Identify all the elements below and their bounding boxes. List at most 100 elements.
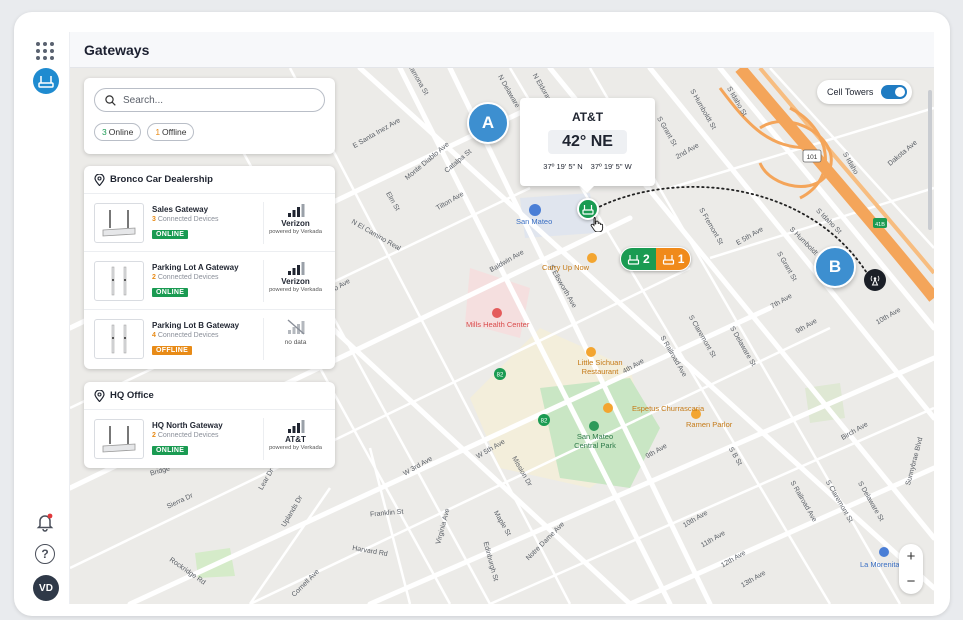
carrier-name: Verizon bbox=[281, 277, 310, 286]
signal-bars-icon bbox=[287, 262, 304, 275]
gateway-row[interactable]: Parking Lot B Gateway 4 Connected Device… bbox=[84, 310, 335, 368]
gateway-row[interactable]: Sales Gateway 3 Connected Devices ONLINE… bbox=[84, 194, 335, 252]
page-header: Gateways bbox=[70, 32, 934, 68]
tower-latitude: 37º 19' 5" N bbox=[543, 162, 583, 171]
gateway-row[interactable]: HQ North Gateway 2 Connected Devices ONL… bbox=[84, 410, 335, 468]
site-name: Bronco Car Dealership bbox=[110, 174, 213, 185]
site-card-bronco: Bronco Car Dealership Sales Gateway 3 Co… bbox=[84, 166, 335, 369]
device-count: 3 bbox=[152, 215, 156, 223]
zoom-controls: + − bbox=[899, 544, 923, 594]
poi-label: San Mateo Central Park bbox=[574, 432, 616, 450]
site-card-hq: HQ Office HQ North Gateway 2 Connected D… bbox=[84, 382, 335, 468]
cluster-online-count: 2 bbox=[643, 252, 650, 266]
carrier-info: no data bbox=[263, 318, 327, 360]
help-icon[interactable]: ? bbox=[35, 544, 55, 564]
left-rail: ? VD bbox=[20, 32, 70, 604]
carrier-powered: powered by Verkada bbox=[269, 287, 322, 293]
poi-label: Espetus Churrascaria bbox=[632, 404, 705, 413]
carrier-no-data: no data bbox=[284, 339, 307, 346]
offline-filter-pill[interactable]: 1 Offline bbox=[147, 123, 195, 141]
device-count: 4 bbox=[152, 332, 156, 339]
gateway-thumbnail bbox=[94, 419, 144, 459]
signal-bars-icon bbox=[287, 420, 304, 433]
device-count: 2 bbox=[152, 273, 156, 281]
route-shield-label: 41B bbox=[875, 222, 885, 228]
carrier-info: Verizon powered by Verkada bbox=[263, 202, 327, 244]
offline-label: Offline bbox=[162, 127, 187, 137]
hand-cursor-icon bbox=[590, 217, 604, 232]
map-scrollbar[interactable] bbox=[928, 90, 932, 230]
offline-count: 1 bbox=[155, 127, 161, 137]
gateway-name: Parking Lot B Gateway bbox=[152, 321, 240, 330]
carrier-name: AT&T bbox=[285, 435, 306, 444]
zoom-in-button[interactable]: + bbox=[907, 548, 916, 565]
notifications-bell-icon[interactable] bbox=[35, 512, 55, 532]
device-label: Connected Devices bbox=[157, 332, 219, 339]
cell-tower-popup: AT&T 42° NE 37º 19' 5" N 37º 19' 5" W bbox=[520, 98, 655, 193]
poi-label: La Morenita bbox=[860, 560, 900, 569]
gateway-row[interactable]: Parking Lot A Gateway 2 Connected Device… bbox=[84, 252, 335, 310]
site-header[interactable]: Bronco Car Dealership bbox=[84, 166, 335, 194]
tower-bearing: 42° NE bbox=[548, 130, 627, 154]
tower-longitude: 37º 19' 5" W bbox=[590, 162, 632, 171]
cell-towers-switch[interactable] bbox=[881, 85, 908, 99]
gateways-nav-icon[interactable] bbox=[33, 68, 59, 94]
device-label: Connected Devices bbox=[157, 273, 219, 281]
cell-towers-label: Cell Towers bbox=[827, 87, 874, 97]
search-input[interactable] bbox=[123, 94, 303, 106]
gateway-thumbnail bbox=[94, 260, 144, 301]
gateway-thumbnail bbox=[94, 319, 144, 359]
gateway-name: Sales Gateway bbox=[152, 204, 209, 214]
search-panel: 3Online 1Offline bbox=[84, 78, 335, 154]
status-badge: ONLINE bbox=[152, 287, 189, 297]
signal-bars-icon bbox=[287, 204, 304, 217]
device-label: Connected Devices bbox=[157, 432, 219, 439]
cell-tower-pin[interactable] bbox=[864, 269, 886, 291]
page-title: Gateways bbox=[84, 41, 150, 58]
marker-b[interactable]: B bbox=[814, 246, 856, 288]
gateway-name: Parking Lot A Gateway bbox=[152, 262, 239, 272]
route-82-label-2: 82 bbox=[541, 419, 548, 425]
gateway-icon bbox=[662, 254, 674, 265]
location-pin-icon bbox=[94, 173, 105, 186]
carrier-info: AT&T powered by Verkada bbox=[263, 418, 327, 460]
gateway-icon bbox=[627, 254, 640, 265]
status-badge: ONLINE bbox=[152, 229, 189, 239]
app-grid-icon[interactable] bbox=[34, 40, 56, 62]
route-82-label: 82 bbox=[497, 373, 504, 379]
carrier-powered: powered by Verkada bbox=[269, 229, 322, 235]
cell-towers-toggle[interactable]: Cell Towers bbox=[817, 80, 912, 104]
device-label: Connected Devices bbox=[157, 215, 219, 223]
search-box[interactable] bbox=[94, 88, 325, 112]
device-count: 2 bbox=[152, 432, 156, 439]
cluster-offline-count: 1 bbox=[677, 252, 685, 266]
gateway-icon bbox=[582, 204, 594, 215]
highway-shield-label: 101 bbox=[807, 154, 818, 161]
site-name: HQ Office bbox=[110, 390, 154, 401]
poi-label: Little Sichuan Restaurant bbox=[577, 358, 623, 376]
poi-label: San Mateo bbox=[516, 217, 553, 226]
site-header[interactable]: HQ Office bbox=[84, 382, 335, 410]
poi-label: Curry Up Now bbox=[542, 263, 590, 272]
gateway-thumbnail bbox=[94, 202, 144, 243]
tower-carrier: AT&T bbox=[571, 110, 604, 124]
online-label: Online bbox=[108, 127, 134, 137]
zoom-out-button[interactable]: − bbox=[907, 573, 916, 590]
cell-tower-icon bbox=[870, 275, 880, 286]
carrier-powered: powered by Verkada bbox=[269, 445, 322, 451]
no-signal-icon bbox=[287, 319, 304, 335]
status-badge: ONLINE bbox=[152, 446, 189, 455]
poi-label: Ramen Parlor bbox=[686, 420, 733, 429]
map-view[interactable]: 101 41B 82 82 Ramona St N Delaware N Eld… bbox=[70, 68, 934, 604]
status-badge: OFFLINE bbox=[152, 346, 193, 355]
carrier-name: Verizon bbox=[281, 219, 310, 228]
marker-a[interactable]: A bbox=[467, 102, 509, 144]
online-filter-pill[interactable]: 3 Online bbox=[94, 123, 142, 141]
carrier-info: Verizon powered by Verkada bbox=[263, 260, 327, 302]
location-pin-icon bbox=[94, 389, 105, 402]
poi-label: Mills Health Center bbox=[466, 320, 530, 329]
online-count: 3 bbox=[102, 127, 107, 137]
gateway-cluster[interactable]: 2 1 bbox=[620, 247, 692, 271]
user-avatar[interactable]: VD bbox=[33, 575, 59, 601]
gateway-name: HQ North Gateway bbox=[152, 421, 223, 430]
